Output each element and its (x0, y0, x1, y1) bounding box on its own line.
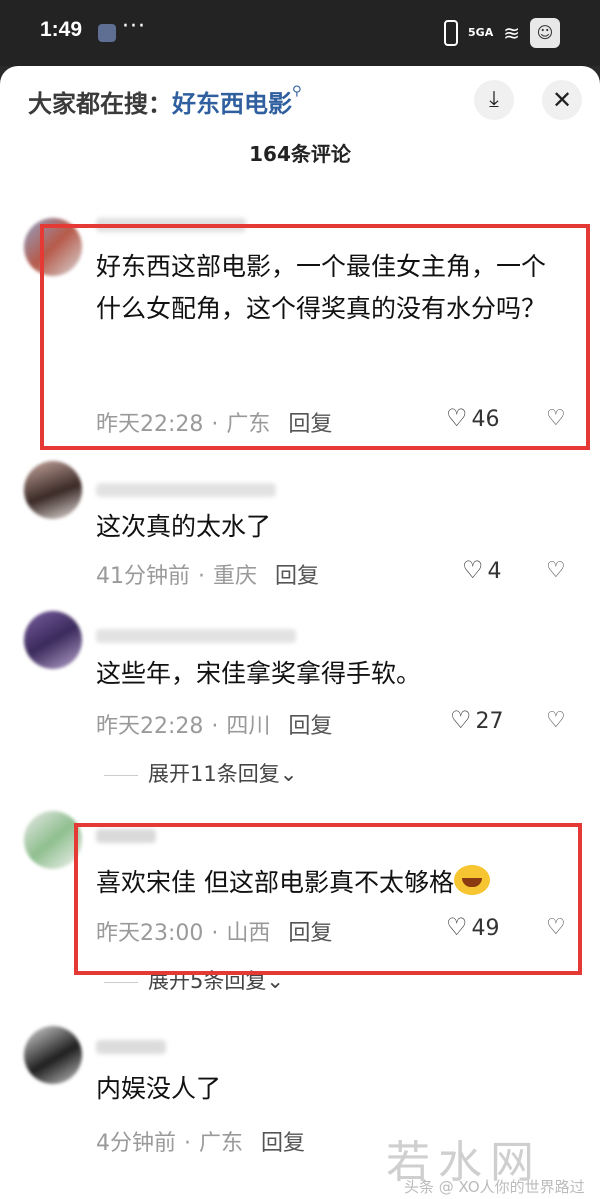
divider (104, 981, 138, 983)
avatar[interactable] (24, 1026, 82, 1084)
collapse-icon[interactable]: ⤓ (474, 80, 514, 120)
expand-replies-label: 展开11条回复 (148, 762, 280, 786)
reply-button[interactable]: 回复 (288, 714, 332, 739)
comment-text: 这次真的太水了 (96, 512, 272, 541)
comment-location: 广东 (199, 1131, 244, 1156)
battery-icon: ☺ (530, 18, 560, 48)
username[interactable] (96, 1040, 166, 1054)
like-button[interactable]: ♡ 27 (450, 706, 504, 734)
like-count: 27 (475, 709, 504, 734)
comment-location: 四川 (226, 714, 271, 739)
comment-text: 内娱没人了 (96, 1074, 222, 1103)
status-time: 1:49 (40, 18, 83, 41)
highlight-box (74, 823, 582, 975)
reply-button[interactable]: 回复 (261, 1131, 305, 1156)
status-indicators: 5GA ≋ ☺ (444, 16, 560, 50)
network-type: 5GA (468, 26, 494, 39)
avatar[interactable] (24, 461, 82, 519)
username[interactable] (96, 483, 276, 497)
source-caption: 头条 @ XO人你的世界路过 (404, 1178, 585, 1196)
comment-text: 这些年，宋佳拿奖拿得手软。 (96, 659, 422, 688)
search-prefix: 大家都在搜： (28, 90, 172, 118)
app-notification-icon (98, 24, 116, 42)
comment-count: 164条评论 (249, 142, 351, 166)
phone-icon (444, 20, 459, 46)
reply-button[interactable]: 回复 (275, 564, 319, 589)
comment-time: 41分钟前 (96, 564, 190, 589)
highlight-box (40, 224, 590, 450)
heart-icon: ♡ (462, 556, 484, 584)
magnifier-icon: ⚲ (292, 84, 302, 99)
comment-meta: 4分钟前 · 广东 回复 (96, 1131, 306, 1156)
comments-sheet: 大家都在搜：好东西电影⚲ ⤓ ✕ 164条评论 好东西这部电影，一个最佳女主角，… (0, 66, 600, 1199)
divider (104, 774, 138, 776)
comment-location: 重庆 (213, 564, 258, 589)
chevron-down-icon: ⌄ (279, 762, 298, 786)
expand-replies-button[interactable]: 展开11条回复⌄ (104, 758, 297, 788)
like-button[interactable]: ♡ 4 (462, 556, 502, 584)
more-notifications-icon: ··· (122, 14, 146, 39)
trending-search[interactable]: 大家都在搜：好东西电影⚲ (28, 84, 302, 119)
broken-heart-icon[interactable]: ♡ (546, 708, 566, 733)
comment-time: 4分钟前 (96, 1131, 176, 1156)
comment-time: 昨天22:28 (96, 714, 204, 739)
search-term-link[interactable]: 好东西电影 (172, 90, 292, 118)
like-count: 4 (487, 559, 502, 584)
username[interactable] (96, 629, 296, 643)
comment-meta: 41分钟前 · 重庆 回复 (96, 564, 320, 589)
wifi-icon: ≋ (503, 21, 520, 45)
comment-meta: 昨天22:28 · 四川 回复 (96, 714, 333, 739)
status-bar: 1:49 ··· 5GA ≋ ☺ (0, 0, 600, 66)
heart-icon: ♡ (450, 706, 472, 734)
close-icon[interactable]: ✕ (542, 80, 582, 120)
avatar[interactable] (24, 611, 82, 669)
broken-heart-icon[interactable]: ♡ (546, 558, 566, 583)
